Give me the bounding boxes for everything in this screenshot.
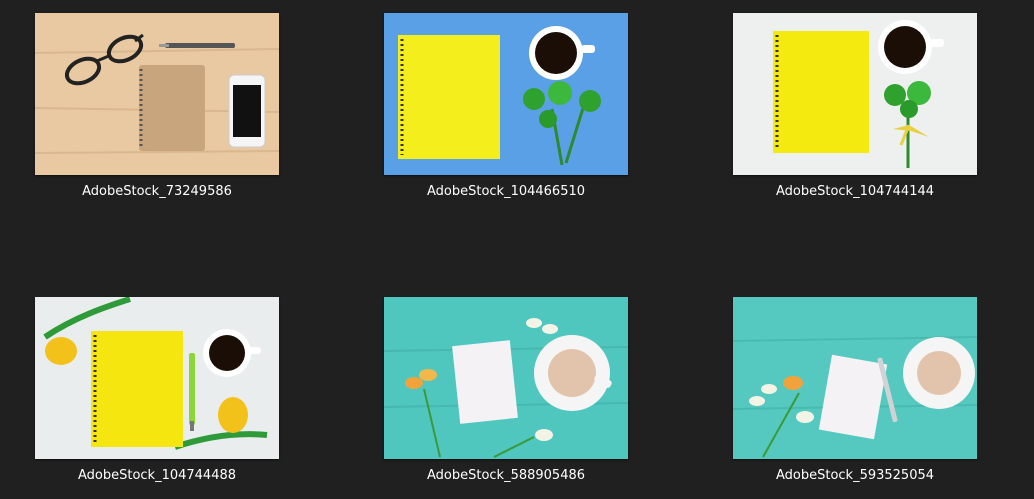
image-thumbnail[interactable] [35, 13, 279, 175]
file-name: AdobeStock_104744488 [77, 468, 237, 483]
file-item[interactable]: AdobeStock_104744144 [733, 13, 977, 200]
image-thumbnail[interactable] [733, 297, 977, 459]
file-name: AdobeStock_593525054 [775, 468, 935, 483]
file-name: AdobeStock_588905486 [426, 468, 586, 483]
image-thumbnail[interactable] [384, 297, 628, 459]
file-item[interactable]: AdobeStock_588905486 [384, 297, 628, 484]
image-thumbnail[interactable] [384, 13, 628, 175]
file-name: AdobeStock_73249586 [82, 184, 232, 199]
file-name: AdobeStock_104744144 [775, 184, 935, 199]
file-item[interactable]: AdobeStock_73249586 [35, 13, 279, 200]
file-item[interactable]: AdobeStock_593525054 [733, 297, 977, 484]
file-item[interactable]: AdobeStock_104744488 [35, 297, 279, 484]
file-item[interactable]: AdobeStock_104466510 [384, 13, 628, 200]
file-grid: AdobeStock_73249586 AdobeStock_104466510… [0, 0, 1034, 499]
image-thumbnail[interactable] [35, 297, 279, 459]
image-thumbnail[interactable] [733, 13, 977, 175]
file-name: AdobeStock_104466510 [426, 184, 586, 199]
